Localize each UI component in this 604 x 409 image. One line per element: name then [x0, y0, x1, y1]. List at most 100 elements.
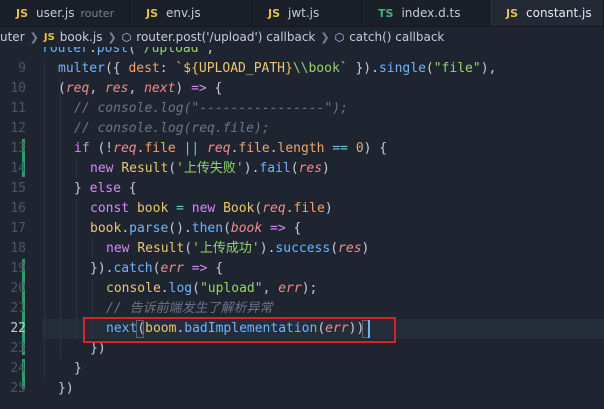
annotation-highlight-box — [83, 317, 396, 343]
code-token: ) { — [363, 141, 388, 156]
code-token: `${ — [175, 61, 199, 76]
code-token: success — [275, 241, 331, 256]
code-token: '/upload' — [135, 47, 207, 56]
line-number: 12 — [10, 121, 26, 136]
breadcrumb-file[interactable]: book.js — [60, 30, 103, 44]
js-file-icon: JS — [43, 31, 55, 43]
code-line[interactable]: (req, res, next) => { — [58, 79, 222, 99]
code-token: err — [278, 281, 302, 296]
code-token: . — [269, 141, 278, 156]
code-token: ), — [480, 61, 497, 76]
code-token: log — [168, 281, 193, 296]
code-token: multer — [58, 61, 105, 76]
chevron-right-icon: ❯ — [107, 30, 117, 44]
code-token: res — [104, 81, 129, 96]
code-line[interactable]: new Result('上传成功').success(res) — [106, 239, 369, 259]
tab-env-js[interactable]: JS env.js — [130, 0, 252, 26]
breadcrumb-folder[interactable]: uter — [0, 30, 25, 44]
line-number: 19 — [10, 261, 26, 276]
line-number: 14 — [10, 161, 26, 176]
code-token: ( — [58, 81, 66, 96]
code-token: ) — [175, 81, 192, 96]
code-token: , — [206, 47, 215, 56]
line-number: 18 — [10, 241, 26, 256]
tab-jwt-js[interactable]: JS jwt.js — [252, 0, 362, 26]
code-token: req — [65, 81, 90, 96]
code-token: => — [191, 81, 207, 96]
line-number: 10 — [10, 81, 26, 96]
code-token: ( — [223, 221, 231, 236]
line-number: 20 — [10, 281, 26, 296]
breadcrumb-symbol-callback[interactable]: router.post('/upload') callback — [136, 30, 315, 44]
tab-constant-js[interactable]: JS constant.js — [490, 0, 604, 26]
code-token: ( — [184, 241, 193, 256]
tab-label: index.d.ts — [401, 6, 461, 20]
code-line[interactable]: router.post('/upload', — [42, 47, 214, 59]
code-token: file — [144, 141, 176, 156]
code-editor[interactable]: 9 10 11 12 13 14 15 16 17 18 19 20 21 22 23 24 25 router… — [0, 47, 604, 409]
code-line[interactable]: multer({ dest: `${UPLOAD_PATH}\\book` })… — [58, 59, 496, 79]
code-token: Result — [121, 161, 169, 176]
code-token: ). — [259, 241, 276, 256]
code-area[interactable]: router.post('/upload', multer({ dest: `${… — [42, 47, 604, 409]
tab-user-js[interactable]: JS user.js router — [0, 0, 130, 26]
code-line[interactable]: new Result('上传失败').fail(res) — [90, 159, 330, 179]
code-line[interactable]: }) — [58, 379, 74, 399]
code-token: res — [298, 161, 323, 176]
code-token: ( — [425, 61, 434, 76]
code-token: book — [230, 221, 263, 236]
line-number: 17 — [10, 221, 26, 236]
code-line[interactable]: const book = new Book(req.file) — [90, 199, 333, 219]
indent-guide — [76, 159, 77, 179]
tab-label: constant.js — [526, 6, 592, 20]
code-token: book — [136, 201, 169, 216]
code-token: req — [113, 141, 137, 156]
code-token: { — [206, 81, 223, 96]
code-line[interactable]: } — [74, 359, 82, 379]
line-number: 25 — [10, 381, 26, 396]
code-line[interactable]: }).catch(err => { — [90, 259, 223, 279]
code-line[interactable]: console.log("upload", err); — [106, 279, 317, 299]
code-token: }). — [347, 61, 379, 76]
code-token: Result — [137, 241, 185, 256]
code-token: res — [338, 241, 362, 256]
code-token: post — [96, 47, 129, 56]
code-token: ); — [301, 281, 318, 296]
code-token: // 告诉前端发生了解析异常 — [106, 301, 273, 316]
code-token: ) — [324, 201, 333, 216]
code-token: if — [74, 141, 90, 156]
line-number: 21 — [10, 301, 26, 316]
code-token: "upload" — [199, 281, 263, 296]
indent-guide — [92, 239, 93, 259]
code-line[interactable]: book.parse().then(book => { — [90, 219, 301, 239]
code-token: 0 — [355, 141, 364, 156]
breadcrumb-symbol-catch[interactable]: catch() callback — [349, 30, 444, 44]
tab-index-d-ts[interactable]: TS index.d.ts — [362, 0, 490, 26]
code-line[interactable]: } else { — [74, 179, 137, 199]
code-token: }) — [58, 381, 74, 396]
code-line[interactable]: if (!req.file || req.file.length == 0) { — [74, 139, 387, 159]
code-token: err — [160, 261, 184, 276]
code-line[interactable]: // 告诉前端发生了解析异常 — [106, 299, 272, 319]
code-token: file — [293, 201, 325, 216]
code-token: . — [121, 221, 130, 236]
editor-tab-bar: JS user.js router JS env.js JS jwt.js TS index.d… — [0, 0, 604, 27]
code-token: then — [191, 221, 224, 236]
code-token: Book — [223, 201, 255, 216]
code-token: new — [106, 241, 138, 256]
code-line[interactable]: // console.log(req.file); — [74, 119, 270, 139]
code-token: ). — [243, 161, 260, 176]
code-line[interactable]: // console.log("----------------"); — [74, 99, 348, 119]
line-number: 15 — [10, 181, 26, 196]
code-token: const — [90, 201, 137, 216]
js-file-icon: JS — [506, 6, 519, 20]
code-token: { — [120, 181, 137, 196]
code-token: }). — [90, 261, 114, 276]
code-token: } — [74, 181, 90, 196]
function-symbol-icon: ⬡ — [121, 30, 132, 44]
code-token: book — [90, 221, 122, 236]
indent-guide — [44, 59, 45, 379]
function-symbol-icon: ⬡ — [334, 30, 345, 44]
code-token: ( — [168, 161, 177, 176]
code-token: fail — [259, 161, 291, 176]
